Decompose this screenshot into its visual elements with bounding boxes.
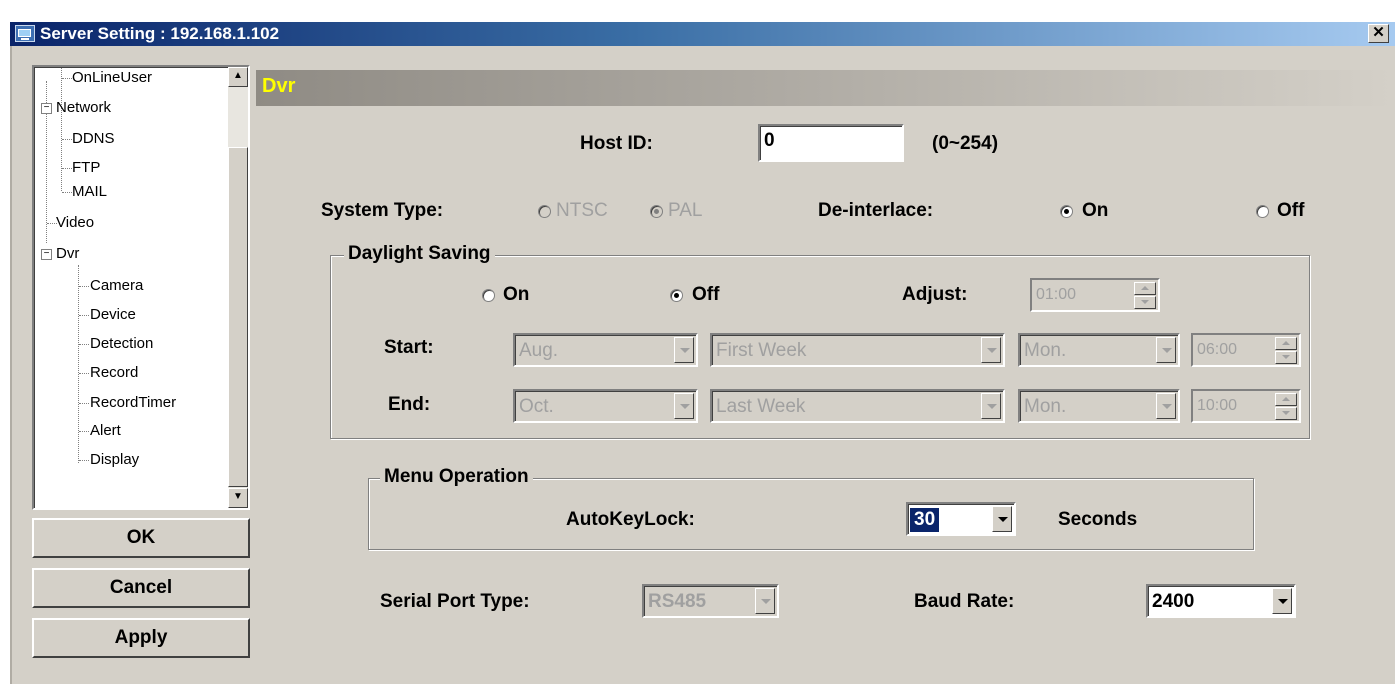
deinterlace-on-radio[interactable] xyxy=(1060,205,1073,218)
spin-up-icon xyxy=(1134,282,1156,295)
section-header: Dvr xyxy=(256,70,1395,106)
tree-item-onlineuser[interactable]: OnLineUser xyxy=(72,69,152,87)
start-day-select: Mon. xyxy=(1018,333,1180,367)
deinterlace-label: De-interlace: xyxy=(818,200,934,221)
autokeylock-label: AutoKeyLock: xyxy=(566,509,695,530)
autokeylock-select[interactable]: 30 xyxy=(906,502,1016,536)
daylight-off-label[interactable]: Off xyxy=(692,284,719,306)
menu-operation-title: Menu Operation xyxy=(380,466,533,488)
start-time-spinner: 06:00 xyxy=(1191,333,1301,367)
tree-item-alert[interactable]: Alert xyxy=(90,422,121,440)
start-month-select: Aug. xyxy=(513,333,698,367)
serial-port-value: RS485 xyxy=(648,591,707,612)
system-type-label: System Type: xyxy=(321,200,444,221)
deinterlace-off-label[interactable]: Off xyxy=(1277,200,1304,222)
baud-rate-select[interactable]: 2400 xyxy=(1146,584,1296,618)
spin-down-icon xyxy=(1275,351,1297,364)
end-week-select: Last Week xyxy=(710,389,1005,423)
end-time-spinner: 10:00 xyxy=(1191,389,1301,423)
chevron-down-icon xyxy=(1156,337,1176,363)
spin-down-icon xyxy=(1275,407,1297,420)
app-icon xyxy=(15,25,35,42)
chevron-down-icon xyxy=(674,337,694,363)
autokeylock-unit: Seconds xyxy=(1058,509,1138,530)
daylight-on-label[interactable]: On xyxy=(503,284,529,306)
tree-item-mail[interactable]: MAIL xyxy=(72,183,107,201)
window-title: Server Setting : 192.168.1.102 xyxy=(40,24,280,43)
scroll-thumb[interactable] xyxy=(228,147,248,487)
scroll-up-icon[interactable]: ▲ xyxy=(228,67,248,87)
tree-item-dvr[interactable]: Dvr xyxy=(56,245,79,263)
close-button[interactable]: ✕ xyxy=(1368,24,1389,43)
start-month-value: Aug. xyxy=(519,340,559,361)
apply-button[interactable]: Apply xyxy=(32,618,250,658)
chevron-down-icon xyxy=(1156,393,1176,419)
adjust-label: Adjust: xyxy=(902,284,968,305)
end-time-value: 10:00 xyxy=(1197,397,1238,414)
tree-item-ftp[interactable]: FTP xyxy=(72,159,100,177)
host-id-input[interactable]: 0 xyxy=(758,124,904,162)
daylight-off-radio[interactable] xyxy=(670,289,683,302)
end-label: End: xyxy=(388,394,431,415)
baud-rate-value: 2400 xyxy=(1152,591,1195,612)
tree-item-display[interactable]: Display xyxy=(90,451,139,469)
start-label: Start: xyxy=(384,337,434,358)
scroll-down-icon[interactable]: ▼ xyxy=(228,488,248,508)
deinterlace-on-label[interactable]: On xyxy=(1082,200,1108,222)
chevron-down-icon xyxy=(674,393,694,419)
chevron-down-icon xyxy=(981,337,1001,363)
host-id-label: Host ID: xyxy=(580,133,653,154)
tree-scrollbar[interactable]: ▲ ▼ xyxy=(228,67,248,508)
tree-item-camera[interactable]: Camera xyxy=(90,277,143,295)
end-week-value: Last Week xyxy=(716,396,806,417)
start-week-select: First Week xyxy=(710,333,1005,367)
tree-item-device[interactable]: Device xyxy=(90,306,136,324)
tree-item-record[interactable]: Record xyxy=(90,364,138,382)
end-day-value: Mon. xyxy=(1024,396,1067,417)
daylight-on-radio[interactable] xyxy=(482,289,495,302)
tree-item-video[interactable]: Video xyxy=(56,214,94,232)
ntsc-radio xyxy=(538,205,551,218)
spin-up-icon xyxy=(1275,393,1297,406)
end-month-value: Oct. xyxy=(519,396,554,417)
end-day-select: Mon. xyxy=(1018,389,1180,423)
start-week-value: First Week xyxy=(716,340,807,361)
collapse-icon[interactable]: − xyxy=(41,103,52,114)
start-day-value: Mon. xyxy=(1024,340,1067,361)
serial-port-label: Serial Port Type: xyxy=(380,591,530,612)
adjust-value: 01:00 xyxy=(1036,286,1077,303)
collapse-icon[interactable]: − xyxy=(41,249,52,260)
baud-rate-label: Baud Rate: xyxy=(914,591,1015,612)
tree-item-network[interactable]: Network xyxy=(56,99,111,117)
host-id-range: (0~254) xyxy=(932,133,999,154)
end-month-select: Oct. xyxy=(513,389,698,423)
spin-up-icon xyxy=(1275,337,1297,350)
spin-down-icon xyxy=(1134,296,1156,309)
tree-item-detection[interactable]: Detection xyxy=(90,335,153,353)
serial-port-select: RS485 xyxy=(642,584,779,618)
cancel-button[interactable]: Cancel xyxy=(32,568,250,608)
tree-item-ddns[interactable]: DDNS xyxy=(72,130,115,148)
chevron-down-icon[interactable] xyxy=(1272,588,1292,614)
chevron-down-icon[interactable] xyxy=(992,506,1012,532)
deinterlace-off-radio[interactable] xyxy=(1256,205,1269,218)
adjust-spinner: 01:00 xyxy=(1030,278,1160,312)
chevron-down-icon xyxy=(755,588,775,614)
pal-label: PAL xyxy=(668,200,703,221)
settings-tree[interactable]: OnLineUser − Network DDNS FTP MAIL Video… xyxy=(32,65,250,510)
ntsc-label: NTSC xyxy=(556,200,608,221)
start-time-value: 06:00 xyxy=(1197,341,1238,358)
ok-button[interactable]: OK xyxy=(32,518,250,558)
daylight-title: Daylight Saving xyxy=(344,243,495,265)
tree-item-recordtimer[interactable]: RecordTimer xyxy=(90,394,176,412)
title-bar[interactable]: Server Setting : 192.168.1.102 ✕ xyxy=(10,22,1395,46)
autokeylock-value: 30 xyxy=(910,508,940,532)
chevron-down-icon xyxy=(981,393,1001,419)
pal-radio xyxy=(650,205,663,218)
section-title: Dvr xyxy=(262,75,296,97)
